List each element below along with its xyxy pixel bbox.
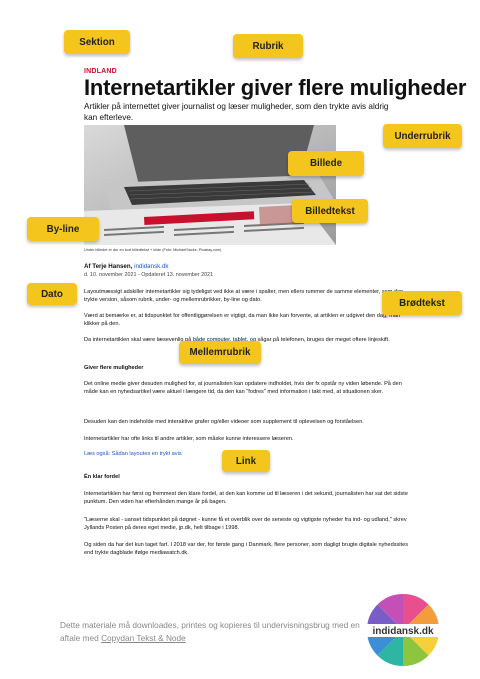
- label-mellemrubrik: Mellemrubrik: [179, 341, 261, 364]
- label-billedtekst: Billedtekst: [292, 199, 368, 223]
- author-site-link[interactable]: indidansk.dk: [134, 263, 168, 270]
- body-paragraph: "Læserne skal - uanset tidspunktet på dø…: [84, 517, 407, 532]
- article-subheadline: Artikler på internettet giver journalist…: [84, 102, 389, 122]
- indidansk-logo: indidansk.dk: [363, 590, 443, 670]
- body-paragraph: Desuden kan den indeholde med interaktiv…: [84, 419, 364, 425]
- label-brodtekst: Brødtekst: [382, 291, 462, 315]
- logo-text: indidansk.dk: [372, 626, 434, 637]
- author-name: Af Terje Hansen,: [84, 263, 133, 270]
- laptop-newspaper-image: [84, 125, 336, 245]
- photo-caption: Under billedet er der en kort billedteks…: [84, 248, 222, 252]
- article-date: d. 10. november 2021 - Opdateret 13. nov…: [84, 272, 214, 278]
- intertitle: Én klar fordel: [84, 474, 120, 480]
- label-rubrik: Rubrik: [233, 34, 303, 58]
- body-paragraph: Værd at bemærke er, at tidspunktet for o…: [84, 313, 401, 328]
- body-paragraph: Og siden da har det kun taget fart. I 20…: [84, 542, 408, 557]
- label-byline: By-line: [27, 217, 99, 241]
- body-paragraph: Internetartikler har ofte links til andr…: [84, 436, 294, 442]
- copydan-link[interactable]: Copydan Tekst & Node: [101, 633, 186, 643]
- body-paragraph: Det online medie giver desuden mulighed …: [84, 381, 402, 396]
- article-photo: [84, 125, 336, 245]
- footer-license-text: Dette materiale må downloades, printes o…: [60, 619, 370, 645]
- logo-wheel-icon: indidansk.dk: [363, 593, 443, 667]
- label-underrubrik: Underrubrik: [383, 124, 462, 148]
- related-article-link[interactable]: Læs også: Sådan layoutes en trykt avis: [84, 451, 182, 457]
- intertitle: Giver flere muligheder: [84, 365, 144, 371]
- byline: Af Terje Hansen, indidansk.dk: [84, 263, 169, 270]
- body-paragraph: Internetartiklen har først og fremmest d…: [84, 491, 408, 506]
- label-dato: Dato: [27, 283, 77, 305]
- body-paragraph: Layoutmæssigt adskiller internetartikler…: [84, 289, 404, 304]
- label-billede: Billede: [288, 151, 364, 176]
- article-headline: Internetartikler giver flere muligheder: [84, 75, 467, 100]
- label-sektion: Sektion: [64, 30, 130, 54]
- article-section: INDLAND: [84, 68, 117, 75]
- label-link: Link: [222, 450, 270, 472]
